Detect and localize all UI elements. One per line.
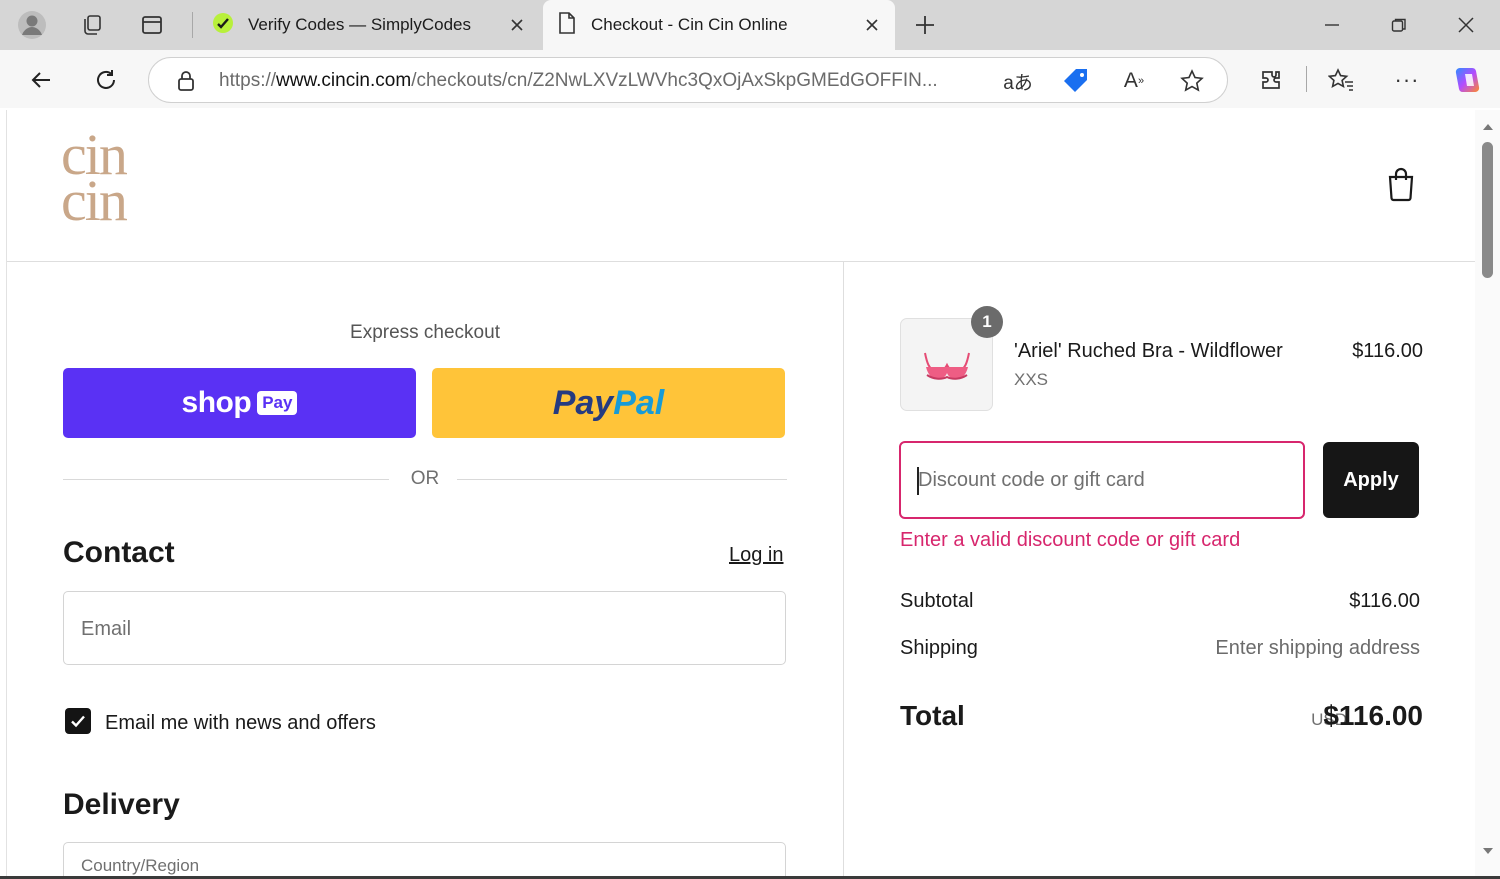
translate-icon[interactable]: aあ [1001, 66, 1035, 96]
tab-checkout[interactable]: Checkout - Cin Cin Online [543, 0, 895, 50]
checkout-form: Express checkout shop Pay Pay Pal OR Cont… [7, 262, 843, 876]
back-icon[interactable] [22, 62, 60, 98]
discount-code-input[interactable]: Discount code or gift card [899, 441, 1305, 519]
product-price: $116.00 [1352, 340, 1423, 362]
tab-title: Checkout - Cin Cin Online [591, 15, 788, 34]
shop-pay-button[interactable]: shop Pay [63, 368, 416, 438]
divider-line [457, 479, 787, 480]
express-checkout-label: Express checkout [350, 322, 500, 343]
shop-pay-wordmark: shop [181, 386, 252, 419]
window-close-icon[interactable] [1446, 8, 1486, 42]
product-name: 'Ariel' Ruched Bra - Wildflower [1014, 340, 1283, 362]
total-amount: $116.00 [1323, 700, 1423, 731]
restore-icon[interactable] [1379, 8, 1419, 42]
email-placeholder: Email [81, 618, 132, 640]
delivery-heading: Delivery [63, 788, 180, 821]
close-icon[interactable] [859, 12, 885, 38]
apply-discount-button[interactable]: Apply [1323, 442, 1419, 518]
favorites-icon[interactable] [1322, 62, 1360, 98]
country-region-label: Country/Region [81, 856, 200, 875]
url-host: www.cincin.com [276, 70, 412, 91]
newsletter-label: Email me with news and offers [105, 712, 376, 734]
scroll-up-icon[interactable] [1475, 120, 1500, 134]
subtotal-value: $116.00 [1349, 590, 1420, 612]
shipping-label: Shipping [900, 637, 978, 659]
url-path: /checkouts/cn/Z2NwLXVzLWVhc3QxOjAxSkpGME… [411, 70, 938, 91]
shopping-bag-icon[interactable] [1385, 166, 1417, 202]
text-caret [917, 467, 919, 495]
copilot-icon[interactable] [1448, 62, 1488, 98]
minimize-icon[interactable] [1312, 8, 1352, 42]
new-tab-icon[interactable] [906, 8, 944, 42]
toolbar-separator [1306, 66, 1307, 92]
quantity-badge: 1 [971, 306, 1003, 338]
shop-pay-pill: Pay [257, 391, 298, 415]
page-viewport: cin cin Express checkout shop Pay Pay Pal… [6, 110, 1500, 876]
shipping-row: Shipping Enter shipping address [900, 637, 1420, 660]
tab-title: Verify Codes — SimplyCodes [248, 15, 471, 34]
paypal-button[interactable]: Pay Pal [432, 368, 785, 438]
read-aloud-icon[interactable]: A» [1117, 66, 1151, 96]
tab-simplycodes[interactable]: Verify Codes — SimplyCodes [198, 0, 540, 50]
lock-icon[interactable] [173, 68, 199, 94]
paypal-wordmark-pal: Pal [613, 383, 665, 422]
contact-heading: Contact [63, 536, 175, 569]
cincin-logo[interactable]: cin cin [61, 126, 128, 233]
scrollbar-thumb[interactable] [1482, 142, 1493, 278]
paypal-wordmark-pay: Pay [552, 383, 614, 422]
coupon-tag-icon[interactable] [1059, 66, 1093, 96]
country-region-select[interactable]: Country/Region [63, 842, 786, 876]
tab-separator [192, 12, 193, 38]
extensions-icon[interactable] [1252, 62, 1290, 98]
profile-icon[interactable] [14, 8, 50, 42]
browser-toolbar: https://www.cincin.com/checkouts/cn/Z2Nw… [0, 50, 1500, 108]
favorite-star-icon[interactable] [1175, 66, 1209, 96]
vertical-tabs-icon[interactable] [134, 8, 170, 42]
order-summary: 1 'Ariel' Ruched Bra - Wildflower XXS $1… [843, 262, 1475, 876]
url-text[interactable]: https://www.cincin.com/checkouts/cn/Z2Nw… [219, 70, 979, 92]
email-field[interactable]: Email [63, 591, 786, 665]
or-divider: OR [63, 468, 787, 492]
shipping-value: Enter shipping address [1215, 637, 1420, 659]
browser-tab-strip: Verify Codes — SimplyCodes Checkout - Ci… [0, 0, 1500, 50]
total-label: Total [900, 700, 965, 731]
discount-placeholder: Discount code or gift card [918, 469, 1145, 491]
url-scheme: https:// [219, 70, 277, 91]
page-scrollbar[interactable] [1475, 110, 1500, 876]
simplycodes-icon [212, 12, 234, 39]
address-bar[interactable]: https://www.cincin.com/checkouts/cn/Z2Nw… [148, 57, 1228, 103]
scroll-down-icon[interactable] [1475, 844, 1500, 858]
subtotal-label: Subtotal [900, 590, 974, 612]
product-variant: XXS [1014, 370, 1049, 389]
subtotal-row: Subtotal $116.00 [900, 590, 1420, 613]
workspaces-icon[interactable] [74, 8, 110, 42]
refresh-icon[interactable] [87, 62, 125, 98]
page-icon [557, 11, 577, 40]
login-link[interactable]: Log in [729, 544, 784, 567]
close-icon[interactable] [504, 12, 530, 38]
logo-line: cin [61, 168, 128, 233]
more-menu-icon[interactable]: ··· [1388, 62, 1426, 98]
discount-error-message: Enter a valid discount code or gift card [900, 529, 1241, 551]
newsletter-checkbox[interactable] [65, 708, 91, 734]
checkout-header: cin cin [7, 110, 1475, 262]
